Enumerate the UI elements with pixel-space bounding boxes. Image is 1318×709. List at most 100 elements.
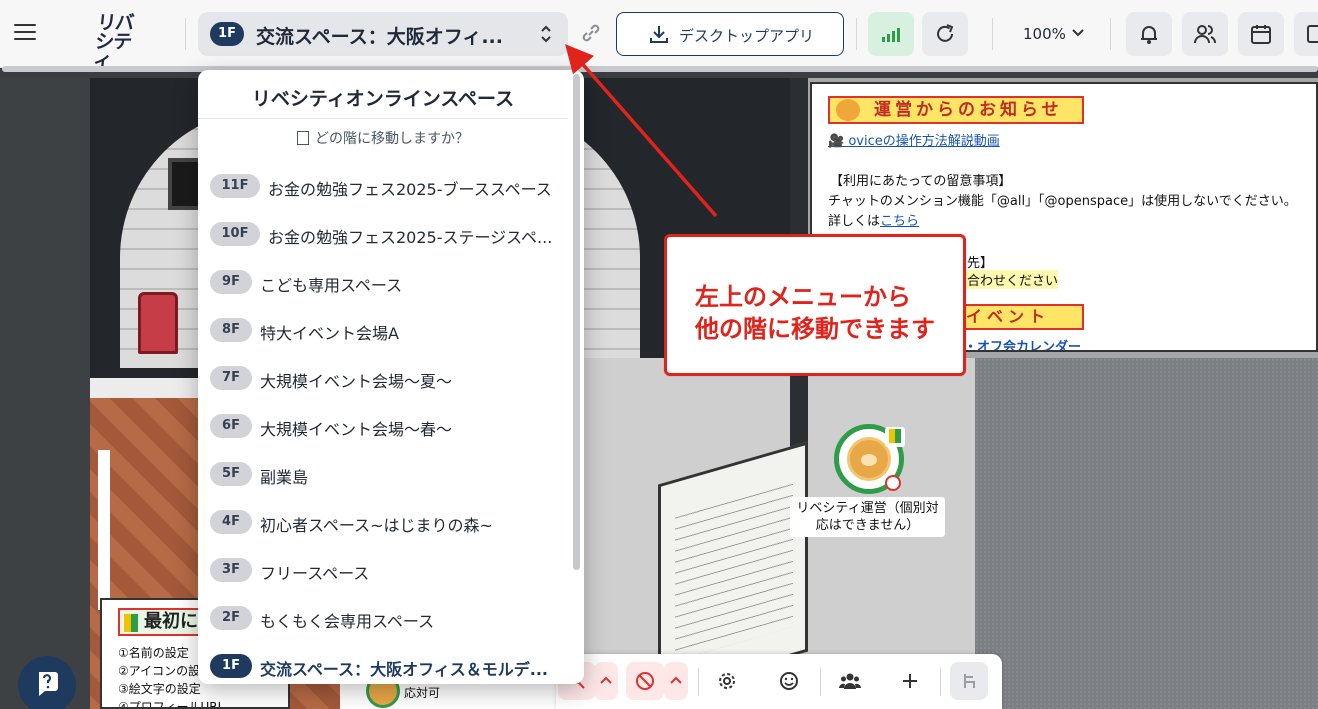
caution-title: 【利用にあたっての留意事項】: [830, 174, 1012, 189]
tutorial-video-link[interactable]: 🎥 oviceの操作方法解説動画: [828, 130, 1000, 149]
floor-name: フリースペース: [260, 564, 370, 583]
floor-name: 特大イベント会場A: [260, 324, 399, 343]
link-icon[interactable]: [580, 22, 602, 44]
floor-item-1f[interactable]: 1F 交流スペース：大阪オフィス＆モルデ...: [198, 642, 568, 684]
floor-name: 初心者スペース~はじまりの森~: [260, 516, 493, 535]
plus-icon: [903, 674, 917, 688]
floor-badge: 1F: [210, 654, 252, 678]
floor-item-7f[interactable]: 7F 大規模イベント会場～夏～: [198, 354, 568, 402]
reload-button[interactable]: [922, 12, 968, 56]
floor-item-2f[interactable]: 2F もくもく会専用スペース: [198, 594, 568, 642]
hamburger-menu-icon[interactable]: [14, 24, 36, 42]
current-floor-name: 交流スペース：大阪オフィ...: [256, 26, 503, 48]
users-icon: [1194, 25, 1216, 44]
floor-item-9f[interactable]: 9F こども専用スペース: [198, 258, 568, 306]
floor-item-3f[interactable]: 3F フリースペース: [198, 546, 568, 594]
contact-text: い合わせください: [954, 270, 1059, 289]
floor-badge: 5F: [210, 462, 252, 486]
annotation-callout: 左上のメニューから 他の階に移動できます: [664, 234, 966, 376]
settings-button[interactable]: [708, 662, 746, 700]
detail-link[interactable]: こちら: [880, 214, 919, 229]
divider: [185, 18, 186, 50]
dropdown-title: リベシティオンラインスペース: [251, 88, 515, 110]
zoom-selector[interactable]: 100%: [1008, 12, 1098, 56]
help-button[interactable]: [18, 656, 76, 709]
calendar-link[interactable]: ・オフ会カレンダー: [964, 336, 1081, 350]
floor-badge: 4F: [210, 510, 252, 534]
floor-item-4f[interactable]: 4F 初心者スペース~はじまりの森~: [198, 498, 568, 546]
desktop-app-label: デスクトップアプリ: [679, 27, 815, 45]
floor-badge: 3F: [210, 558, 252, 582]
whiteboard: [98, 450, 110, 610]
leave-seat-button[interactable]: [950, 662, 988, 700]
callout-line-2: 他の階に移動できます: [695, 315, 935, 343]
reaction-button[interactable]: [770, 662, 808, 700]
floor-badge: 6F: [210, 414, 252, 438]
chat-panel-button[interactable]: [1294, 12, 1318, 56]
guide-item: ④プロフィールURL: [118, 700, 225, 709]
dropdown-scrollbar[interactable]: [573, 74, 580, 570]
building-icon: [297, 131, 309, 145]
panel-icon: [1307, 25, 1318, 43]
guide-item: ②アイコンの設: [118, 664, 201, 678]
floor-badge: 8F: [210, 318, 252, 342]
floor-item-6f[interactable]: 6F 大規模イベント会場～春～: [198, 402, 568, 450]
group-icon: [839, 673, 861, 689]
desktop-app-button[interactable]: デスクトップアプリ: [616, 12, 844, 56]
chevron-up-icon: [600, 676, 612, 684]
divider: [198, 118, 568, 119]
avatar-name: リベシティ運営（個別対応はできません）: [790, 497, 945, 537]
current-floor-badge: 1F: [210, 22, 244, 46]
chevron-down-icon: [1072, 29, 1084, 37]
caution-text: チャットのメンション機能「@all」「@openspace」は使用しないでくださ…: [828, 194, 1297, 209]
floor-badge: 7F: [210, 366, 252, 390]
zoom-label: 100%: [1023, 25, 1066, 43]
callout-line-1: 左上のメニューから: [695, 283, 911, 311]
connection-status-button[interactable]: [868, 12, 914, 56]
lion-mascot-icon: [836, 99, 860, 121]
calendar-button[interactable]: [1238, 12, 1284, 56]
listen-off-icon: [636, 672, 654, 690]
status-label: 応対可: [404, 686, 441, 700]
horizontal-scrollbar[interactable]: [2, 66, 1318, 72]
mic-muted-icon: [885, 475, 901, 491]
divider: [856, 18, 857, 50]
map-edge: [0, 78, 90, 709]
dropdown-subtitle-text: どの階に移動しますか？: [315, 131, 469, 147]
chevron-updown-icon: [541, 25, 551, 43]
bottom-toolbar: [556, 654, 1002, 709]
notifications-button[interactable]: [1126, 12, 1172, 56]
carpet-area: [975, 358, 1318, 709]
floor-item-11f[interactable]: 11F お金の勉強フェス2025-ブーススペース: [198, 162, 568, 210]
guide-item: ③絵文字の設定: [118, 682, 201, 696]
detail-prefix: 詳しくは: [828, 214, 881, 229]
avatar[interactable]: [834, 424, 905, 494]
guide-item: ①名前の設定: [118, 646, 189, 660]
detail-line: 詳しくはこちら: [828, 210, 919, 229]
libecity-logo: リバ シティ: [92, 12, 146, 72]
floor-dropdown: リベシティオンラインスペース どの階に移動しますか？ 11F お金の勉強フェス20…: [198, 70, 584, 684]
red-chair: [138, 292, 178, 354]
beginner-mark-icon: [885, 427, 905, 447]
floor-item-8f[interactable]: 8F 特大イベント会場A: [198, 306, 568, 354]
notice-banner: 運営からのお知らせ: [828, 96, 1084, 124]
help-chat-icon: [39, 672, 58, 696]
bell-icon: [1141, 26, 1157, 44]
floor-item-10f[interactable]: 10F お金の勉強フェス2025-ステージスペ...: [198, 210, 568, 258]
members-button[interactable]: [1182, 12, 1228, 56]
floor-badge: 11F: [210, 174, 260, 198]
speaker-toggle-button[interactable]: [626, 662, 664, 700]
calendar-icon: [1251, 25, 1271, 44]
divider: [698, 668, 699, 696]
add-button[interactable]: [891, 662, 929, 700]
speaker-options-button[interactable]: [664, 662, 688, 700]
notice-banner-text: 運営からのお知らせ: [874, 100, 1063, 120]
event-banner: イベント: [952, 304, 1084, 330]
mic-options-button[interactable]: [594, 662, 618, 700]
floor-item-5f[interactable]: 5F 副業島: [198, 450, 568, 498]
floor-badge: 10F: [210, 222, 260, 246]
divider: [940, 668, 941, 696]
floor-selector[interactable]: 1F 交流スペース：大阪オフィ...: [198, 12, 568, 56]
group-button[interactable]: [830, 662, 868, 700]
divider: [820, 668, 821, 696]
